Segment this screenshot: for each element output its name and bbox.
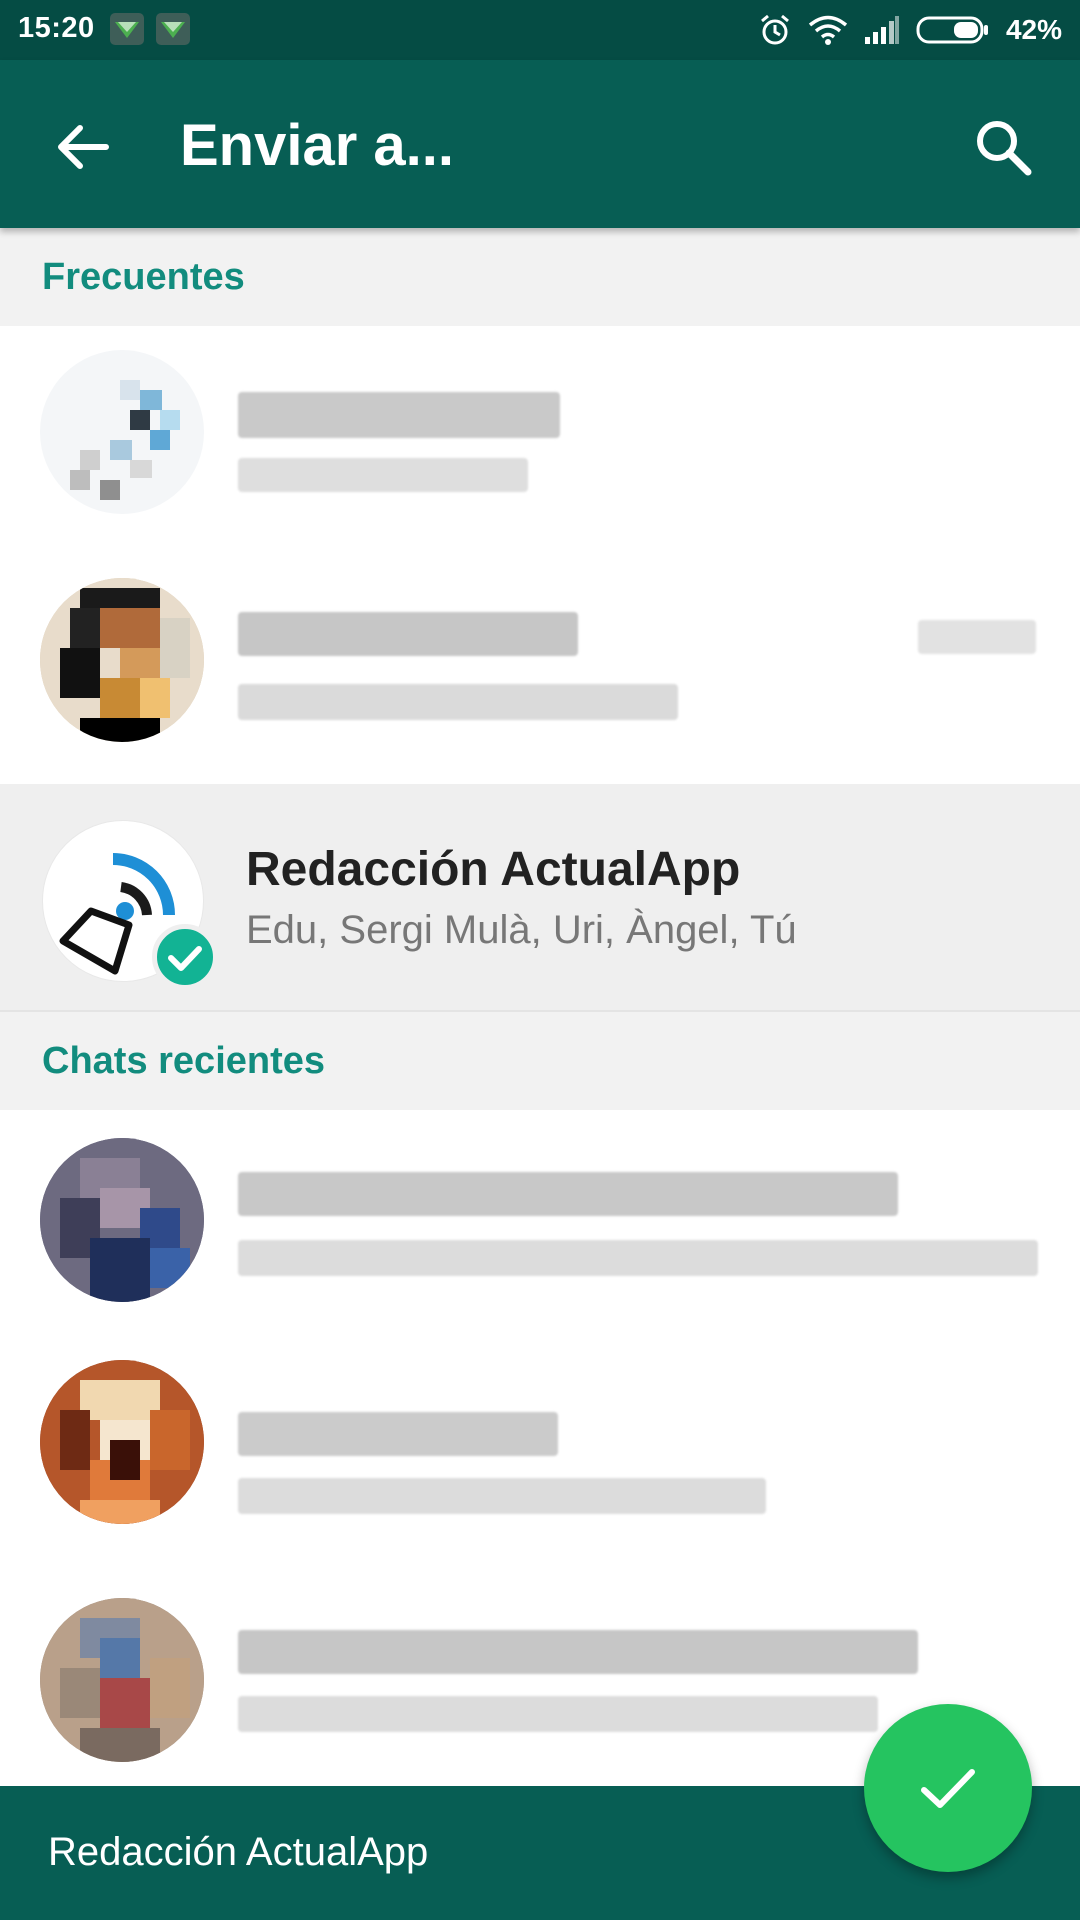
status-time: 15:20 — [18, 12, 95, 44]
send-button[interactable] — [864, 1704, 1032, 1872]
battery-percent: 42% — [1005, 14, 1062, 45]
notification-icon — [110, 13, 144, 45]
battery-icon — [916, 16, 988, 44]
contact-name-redacted — [238, 612, 578, 656]
section-header-recent: Chats recientes — [0, 1012, 1080, 1110]
check-icon — [168, 946, 202, 971]
selection-names: Redacción ActualApp — [48, 1830, 429, 1874]
arrow-back-icon — [58, 125, 109, 169]
chat-preview-redacted — [238, 1696, 878, 1732]
app-bar: Enviar a... — [0, 60, 1080, 228]
chat-members: Edu, Sergi Mulà, Uri, Àngel, Tú — [246, 908, 797, 952]
avatar — [40, 350, 204, 514]
list-item[interactable] — [0, 1110, 1080, 1336]
list-item[interactable] — [0, 548, 1080, 784]
avatar — [40, 578, 204, 742]
avatar — [40, 1138, 204, 1302]
list-item[interactable] — [0, 1336, 1080, 1570]
contact-extra-redacted — [918, 620, 1036, 654]
selected-chat-row[interactable]: Redacción ActualApp Edu, Sergi Mulà, Uri… — [0, 784, 1080, 1012]
avatar — [40, 1598, 204, 1762]
section-title: Frecuentes — [42, 256, 245, 298]
wifi-icon — [808, 15, 848, 45]
selected-check-badge — [152, 924, 218, 990]
check-icon — [921, 1769, 975, 1808]
signal-icon — [864, 16, 899, 44]
alarm-icon — [760, 14, 789, 45]
notification-icon — [156, 13, 190, 45]
section-header-frequent: Frecuentes — [0, 228, 1080, 326]
section-title: Chats recientes — [42, 1040, 326, 1082]
page-title: Enviar a... — [180, 113, 455, 178]
search-button[interactable] — [970, 114, 1036, 180]
chat-name: Redacción ActualApp — [246, 843, 741, 896]
chat-name-redacted — [238, 1630, 918, 1674]
list-item[interactable] — [0, 326, 1080, 548]
back-button[interactable] — [50, 114, 116, 180]
contact-name-redacted — [238, 392, 560, 438]
contact-status-redacted — [238, 684, 678, 720]
status-bar: 15:20 42% — [0, 0, 1080, 60]
search-icon — [977, 121, 1032, 176]
chat-preview-redacted — [238, 1240, 1038, 1276]
chat-name-redacted — [238, 1412, 558, 1456]
avatar — [40, 1360, 204, 1524]
contact-status-redacted — [238, 458, 528, 492]
chat-name-redacted — [238, 1172, 898, 1216]
chat-preview-redacted — [238, 1478, 766, 1514]
